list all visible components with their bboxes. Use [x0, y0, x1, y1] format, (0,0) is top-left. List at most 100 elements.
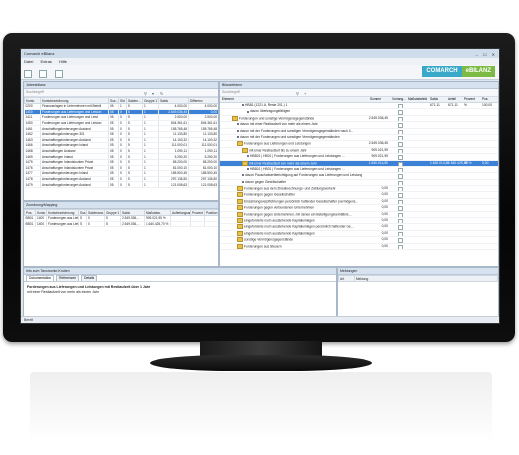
- column-header[interactable]: Element: [222, 97, 234, 102]
- tree-node-label: mit einer Restlaufzeit von mehr als eine…: [249, 160, 317, 165]
- tree-search-input[interactable]: Suchbegriff: [222, 90, 240, 94]
- priority-checkbox[interactable]: [398, 129, 403, 134]
- tree-node-label: HBB01 | HB01 | Forderungen aus Lieferung…: [250, 154, 345, 159]
- folder-icon: [237, 186, 243, 192]
- tree-node-label: Einzahlungsverpflichtungen persönlich ha…: [244, 199, 359, 204]
- tree-node-sum: 0,00: [381, 211, 388, 216]
- table-cell: Forderungen aus Lief: [46, 215, 79, 222]
- table-cell: 0: [86, 221, 105, 228]
- tab-dokumentation[interactable]: Dokumentation: [26, 275, 55, 281]
- accounts-search-input[interactable]: Suchbegriff: [26, 90, 44, 94]
- monitor-stand: [150, 355, 372, 371]
- tree-node-label: HBB1 (1221 A, Reste 201.) 1: [245, 103, 288, 107]
- column-header[interactable]: Prozent: [464, 97, 475, 102]
- priority-checkbox[interactable]: [398, 110, 403, 115]
- priority-checkbox[interactable]: [398, 104, 403, 109]
- accounts-panel: Jahresbilanz Suchbegriff ⚲ ▾ ↻ Konto Kont…: [23, 81, 219, 201]
- priority-checkbox[interactable]: [398, 199, 403, 205]
- priority-checkbox[interactable]: [398, 225, 403, 230]
- priority-checkbox[interactable]: [398, 187, 403, 192]
- tree-node-label: davon mit einer Restlaufzeit von mehr al…: [240, 122, 318, 127]
- folder-icon: [237, 205, 243, 211]
- accounts-search[interactable]: Suchbegriff ⚲ ▾ ↻: [24, 89, 218, 97]
- app-window: Comarch eBilanz – ☐ ✕ Datei Extras Hilfe…: [20, 48, 500, 324]
- refresh-icon[interactable]: [54, 70, 63, 78]
- tree-node-value: 671,11: [448, 103, 458, 107]
- tree-node-label-wrap: davon gegen Gesellschafter: [242, 180, 362, 185]
- table-cell: 5: [104, 221, 121, 228]
- menu-item-extras[interactable]: Extras: [40, 59, 51, 64]
- monitor-reflection: [30, 372, 492, 442]
- info-content: Forderungen aus Lieferungen und Leistung…: [24, 282, 336, 298]
- save-icon[interactable]: [39, 70, 48, 78]
- folder-icon: [237, 230, 243, 236]
- priority-checkbox[interactable]: [398, 231, 403, 237]
- tab-referenzen[interactable]: Referenzen: [56, 275, 80, 281]
- folder-icon: [237, 237, 243, 243]
- expand-icon[interactable]: +: [304, 90, 306, 97]
- priority-checkbox[interactable]: [398, 193, 403, 198]
- tree-node-label-wrap: Forderungen aus Steuern: [237, 243, 362, 249]
- priority-checkbox[interactable]: [398, 135, 403, 141]
- priority-checkbox[interactable]: [398, 219, 403, 224]
- priority-checkbox[interactable]: [398, 155, 403, 160]
- search-icon[interactable]: ⚲: [144, 90, 147, 97]
- column-header[interactable]: Saldo: [430, 97, 438, 102]
- open-icon[interactable]: [24, 70, 32, 78]
- bullet-icon: [237, 129, 239, 132]
- folder-icon: [237, 211, 243, 217]
- tree-node-label-wrap: davon mit der Forderungen und sonstigen …: [237, 129, 362, 134]
- tree-node-label-wrap: davon mit der Forderungen und sonstigen …: [237, 135, 362, 140]
- priority-checkbox[interactable]: [398, 244, 403, 249]
- priority-checkbox[interactable]: [398, 161, 403, 166]
- column-header[interactable]: Maßstabsfeld: [408, 97, 427, 102]
- tree-node-label: mit einer Restlaufzeit bis zu einem Jahr: [249, 148, 307, 153]
- toolbar: COMARCH eBILANZ: [21, 65, 499, 80]
- priority-checkbox[interactable]: [398, 148, 403, 154]
- priority-checkbox[interactable]: [398, 142, 403, 147]
- table-row[interactable]: 1479 Anschaffungsforderungen Ausland 05 0 5 1…: [24, 181, 218, 188]
- priority-checkbox[interactable]: [398, 180, 403, 186]
- balance-fields-panel-title: Bilanzfeldern: [220, 82, 498, 89]
- table-cell: 121.008,63: [158, 181, 189, 188]
- tree-node-label-wrap: Forderungen und sonstige Vermögensgegens…: [232, 115, 362, 121]
- tree-node-label: Forderungen aus Lieferungen und Leistung…: [244, 141, 311, 146]
- menu-bar: Datei Extras Hilfe: [21, 58, 499, 65]
- tree-node-label-wrap: Forderungen aus Lieferungen und Leistung…: [237, 141, 362, 147]
- column-header[interactable]: Art: [338, 275, 355, 282]
- logo-part-ebilanz: eBILANZ: [461, 66, 495, 77]
- tree-node-value: %: [464, 103, 467, 107]
- column-header[interactable]: Anteil: [448, 97, 456, 102]
- priority-checkbox[interactable]: [398, 174, 403, 179]
- folder-icon: [237, 192, 243, 198]
- tab-details[interactable]: Details: [81, 275, 98, 281]
- tree-node-label-wrap: Forderungen aus dem Zinsabrechnungs- und…: [237, 186, 362, 192]
- window-title: Comarch eBilanz: [24, 51, 55, 56]
- priority-checkbox[interactable]: [398, 123, 403, 128]
- accounts-table: Konto Kontobezeichnung Sus... Sld Salden... G…: [24, 97, 218, 188]
- column-header[interactable]: Pos.: [482, 97, 488, 102]
- priority-checkbox[interactable]: [398, 116, 403, 122]
- search-icon[interactable]: ⚲: [296, 90, 299, 97]
- window-controls[interactable]: – ☐ ✕: [476, 50, 497, 59]
- priority-checkbox[interactable]: [398, 238, 403, 243]
- menu-item-datei[interactable]: Datei: [24, 59, 33, 64]
- table-row[interactable]: BB01 1400 Forderungen aus Lief S 0 5 2.549.036…: [24, 221, 218, 228]
- tree-node-label-wrap: mit einer Restlaufzeit bis zu einem Jahr: [242, 147, 362, 153]
- info-tabs: Dokumentation Referenzen Details: [24, 275, 336, 282]
- refresh-icon[interactable]: ↻: [160, 90, 163, 97]
- tree-node[interactable]: Forderungen aus Steuern 0,00: [220, 243, 498, 250]
- priority-checkbox[interactable]: [398, 212, 403, 217]
- menu-item-hilfe[interactable]: Hilfe: [59, 59, 67, 64]
- priority-checkbox[interactable]: [398, 206, 403, 211]
- column-header[interactable]: Summe: [370, 97, 381, 102]
- column-header[interactable]: Vorrang...: [392, 97, 406, 102]
- tree-node-value: 49 %: [464, 160, 472, 165]
- tree-node-label-wrap: HBB01 | HB01 | Forderungen aus Lieferung…: [247, 154, 362, 159]
- folder-icon: [237, 218, 243, 224]
- tree-search[interactable]: Suchbegriff ⚲ +: [220, 89, 498, 97]
- tree-node-label: davon mit der Forderungen und sonstigen …: [240, 128, 354, 133]
- column-header[interactable]: Meldung: [354, 275, 498, 282]
- priority-checkbox[interactable]: [398, 167, 403, 173]
- filter-icon[interactable]: ▾: [152, 90, 154, 97]
